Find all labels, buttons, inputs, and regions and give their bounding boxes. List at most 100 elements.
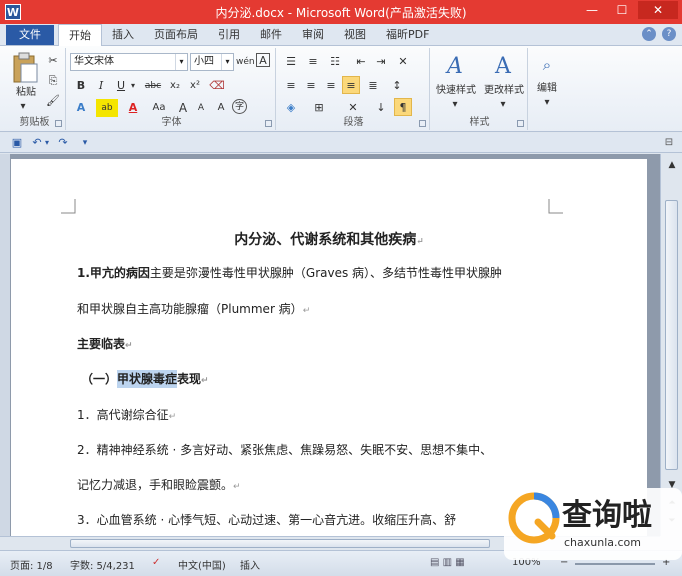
phonetic-guide-icon[interactable]: wén (236, 53, 255, 71)
copy-icon[interactable]: ⎘ (44, 72, 62, 90)
change-styles-icon[interactable]: A (490, 54, 516, 82)
bold-button[interactable]: B (72, 77, 90, 95)
font-size-combo[interactable]: 小四 ▾ (190, 53, 234, 71)
paragraph-mark: ↵ (201, 376, 209, 386)
format-painter-icon[interactable]: 🖌 (44, 92, 62, 110)
bullets-icon[interactable]: ☰ (282, 53, 300, 71)
line-spacing-icon[interactable]: ↕ (388, 77, 406, 95)
list-item-3[interactable]: 3．心血管系统 · 心悸气短、心动过速、第一心音亢进。收缩压升高、舒 (77, 511, 456, 528)
paste-button[interactable]: 粘贴 (8, 86, 44, 100)
list-item-text: 记忆力减退，手和眼睑震颤。 (77, 478, 234, 492)
tab-references[interactable]: 引用 (208, 24, 250, 46)
save-icon[interactable]: ▣ (8, 134, 26, 152)
superscript-button[interactable]: x² (186, 77, 204, 95)
distributed-icon[interactable]: ≣ (364, 77, 382, 95)
editing-button[interactable]: 编辑 (530, 82, 564, 96)
file-tab[interactable]: 文件 (6, 25, 54, 45)
quick-styles-button[interactable]: 快速样式 (432, 84, 480, 98)
underline-dropdown-icon[interactable]: ▾ (128, 77, 138, 95)
ribbon: 粘贴 ▾ ✂ ⎘ 🖌 剪贴板 华文宋体 ▾ 小四 ▾ wén A B I U ▾… (0, 46, 682, 132)
cause-text-continued: 和甲状腺自主高功能腺瘤（Plummer 病） (77, 302, 303, 316)
change-styles-button[interactable]: 更改样式 (480, 84, 528, 98)
font-launcher-icon[interactable] (265, 120, 272, 127)
heading-main-text: 主要临表 (77, 337, 126, 351)
editing-dropdown-icon[interactable]: ▾ (542, 96, 552, 110)
tab-foxit-pdf[interactable]: 福昕PDF (376, 24, 439, 46)
quick-styles-icon[interactable]: A (442, 54, 468, 82)
proofing-icon[interactable]: ✓ (152, 557, 160, 568)
character-border-icon[interactable]: A (256, 53, 270, 67)
page-count[interactable]: 页面: 1/8 (10, 557, 53, 572)
help-icon[interactable]: ? (662, 27, 676, 41)
clipboard-launcher-icon[interactable] (55, 120, 62, 127)
chevron-down-icon[interactable]: ▾ (221, 54, 233, 70)
tab-view[interactable]: 视图 (334, 24, 376, 46)
paragraph-mark: ↵ (416, 237, 424, 247)
tab-page-layout[interactable]: 页面布局 (144, 24, 208, 46)
paragraph-cause-continued[interactable]: 和甲状腺自主高功能腺瘤（Plummer 病）↵ (77, 300, 310, 317)
chinese-layout-icon[interactable]: ✕ (394, 53, 412, 71)
paragraph-group-label: 段落 (343, 117, 364, 128)
italic-button[interactable]: I (92, 77, 110, 95)
ruler-toggle-icon[interactable]: ⊟ (660, 134, 678, 152)
tab-mailings[interactable]: 邮件 (250, 24, 292, 46)
watermark-url: chaxunla.com (564, 536, 641, 549)
selected-text[interactable]: 甲状腺毒症 (117, 370, 178, 388)
list-item-2[interactable]: 2．精神神经系统 · 多言好动、紧张焦虑、焦躁易怒、失眠不安、思想不集中、 (77, 441, 492, 458)
vertical-scroll-thumb[interactable] (665, 200, 678, 470)
increase-indent-icon[interactable]: ⇥ (372, 53, 390, 71)
paragraph-launcher-icon[interactable] (419, 120, 426, 127)
align-center-icon[interactable]: ≡ (302, 77, 320, 95)
tab-home[interactable]: 开始 (58, 24, 102, 46)
justify-icon[interactable]: ≡ (342, 76, 360, 94)
paragraph-cause[interactable]: 1.甲亢的病因主要是弥漫性毒性甲状腺肿（Graves 病）、多结节性毒性甲状腺肿 (77, 264, 502, 281)
multilevel-list-icon[interactable]: ☷ (326, 53, 344, 71)
align-left-icon[interactable]: ≡ (282, 77, 300, 95)
tab-insert[interactable]: 插入 (102, 24, 144, 46)
document-title[interactable]: 内分泌、代谢系统和其他疾病↵ (11, 229, 647, 249)
redo-icon[interactable]: ↷ (54, 134, 72, 152)
paste-dropdown-icon[interactable]: ▾ (18, 100, 28, 114)
chaxunla-logo-icon (508, 492, 560, 544)
enclose-characters-button[interactable]: 字 (232, 99, 247, 114)
heading-number: （一） (81, 372, 118, 386)
chevron-down-icon[interactable]: ▾ (175, 54, 187, 70)
tab-review[interactable]: 审阅 (292, 24, 334, 46)
cause-heading: 1.甲亢的病因 (77, 266, 150, 280)
word-count[interactable]: 字数: 5/4,231 (70, 557, 135, 572)
zoom-slider[interactable] (575, 563, 655, 565)
vertical-scrollbar[interactable]: ▲ ▼ ⏶ ⏷ (660, 154, 682, 536)
paste-icon[interactable] (10, 52, 40, 84)
change-styles-dropdown-icon[interactable]: ▾ (498, 98, 508, 112)
subscript-button[interactable]: x₂ (166, 77, 184, 95)
ribbon-tab-bar: 文件 开始 插入 页面布局 引用 邮件 审阅 视图 福昕PDF ⌃ ? (0, 24, 682, 46)
find-binoculars-icon[interactable]: ⌕ (536, 56, 558, 78)
insert-mode-indicator[interactable]: 插入 (240, 557, 260, 572)
align-right-icon[interactable]: ≡ (322, 77, 340, 95)
font-name-combo[interactable]: 华文宋体 ▾ (70, 53, 188, 71)
scroll-up-icon[interactable]: ▲ (663, 156, 681, 174)
customize-toolbar-icon[interactable]: ▾ (76, 134, 94, 152)
undo-dropdown-icon[interactable]: ▾ (42, 134, 52, 152)
paragraph-group: ☰ ≡ ☷ ⇤ ⇥ ✕ ≡ ≡ ≡ ≡ ≣ ↕ ◈ ⊞ ✕ ↓ ¶ 段落 (278, 48, 430, 130)
horizontal-scroll-thumb[interactable] (70, 539, 490, 548)
strikethrough-button[interactable]: abc (142, 77, 164, 95)
list-item-2-continued[interactable]: 记忆力减退，手和眼睑震颤。↵ (77, 476, 241, 493)
view-buttons-icon[interactable]: ▤ ▥ ▦ (430, 557, 465, 568)
cut-icon[interactable]: ✂ (44, 52, 62, 70)
close-button[interactable]: ✕ (638, 1, 678, 19)
minimize-button[interactable]: — (578, 1, 606, 19)
decrease-indent-icon[interactable]: ⇤ (352, 53, 370, 71)
collapse-ribbon-icon[interactable]: ⌃ (642, 27, 656, 41)
quick-styles-dropdown-icon[interactable]: ▾ (450, 98, 460, 112)
clear-formatting-icon[interactable]: ⌫ (208, 77, 226, 95)
heading-thyrotoxicosis[interactable]: （一）甲状腺毒症表现↵ (81, 370, 209, 388)
document-page[interactable]: 内分泌、代谢系统和其他疾病↵ 1.甲亢的病因主要是弥漫性毒性甲状腺肿（Grave… (11, 159, 647, 536)
title-bar: W 内分泌.docx - Microsoft Word(产品激活失败) — ☐ … (0, 0, 682, 24)
styles-launcher-icon[interactable] (517, 120, 524, 127)
numbering-icon[interactable]: ≡ (304, 53, 322, 71)
language-indicator[interactable]: 中文(中国) (178, 557, 226, 572)
list-item-1[interactable]: 1．高代谢综合征↵ (77, 406, 176, 423)
heading-main-symptoms[interactable]: 主要临表↵ (77, 335, 133, 352)
maximize-button[interactable]: ☐ (608, 1, 636, 19)
